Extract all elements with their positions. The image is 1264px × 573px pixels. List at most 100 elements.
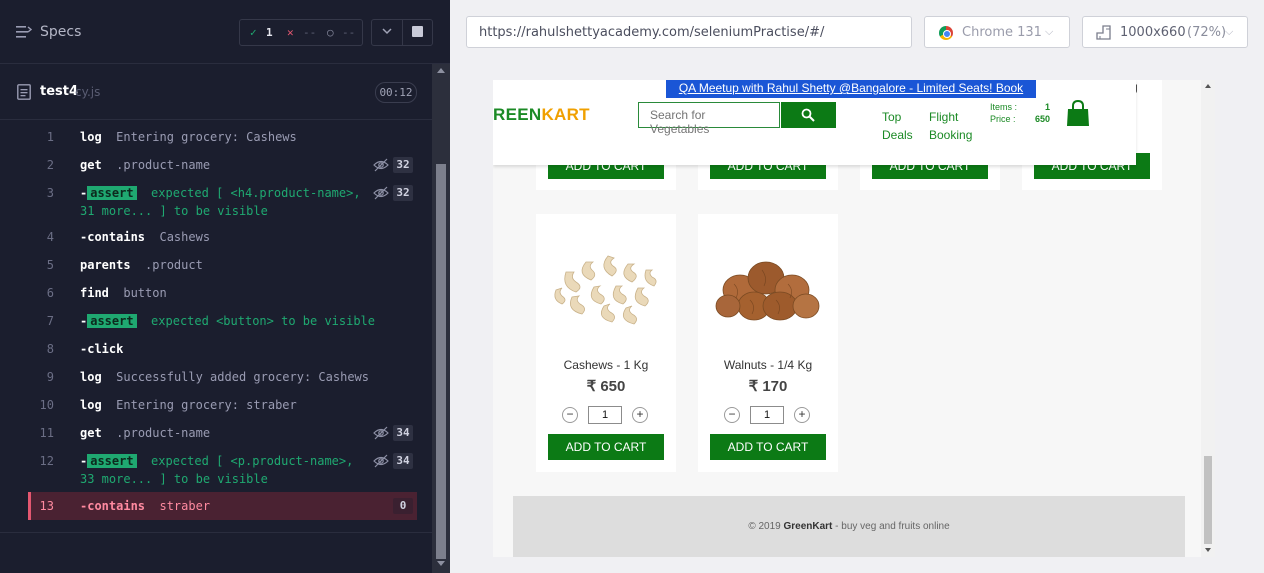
add-to-cart-button[interactable]: ADD TO CART (710, 434, 826, 460)
pending-icon: ○ (327, 26, 334, 39)
app-preview-panel: https://rahulshettyacademy.com/seleniumP… (450, 0, 1264, 573)
command-row[interactable]: 5 parents .product (28, 256, 417, 274)
command-arg: .product-name (116, 426, 211, 440)
decrement-button[interactable]: − (724, 407, 740, 423)
hidden-elements-icon (373, 454, 389, 468)
spec-file-header: test4 cy.js 00:12 (0, 64, 432, 120)
scroll-up-icon[interactable] (437, 68, 445, 73)
cashews-image (554, 255, 657, 325)
quantity-stepper: − 1 + (724, 406, 814, 424)
page-footer: © 2019 GreenKart - buy veg and fruits on… (513, 496, 1185, 557)
increment-button[interactable]: + (794, 407, 810, 423)
promo-banner-link[interactable]: QA Meetup with Rahul Shetty @Bangalore -… (666, 80, 1036, 112)
command-row[interactable]: 2 get .product-name 32 (28, 156, 417, 174)
app-under-test: ADD TO CART ADD TO CART ADD TO CART ADD … (493, 80, 1215, 557)
element-count-badge: 34 (393, 425, 413, 441)
run-controls (371, 19, 433, 46)
command-row[interactable]: 8 -click (28, 340, 417, 358)
element-count-badge: 0 (393, 498, 413, 514)
command-number: 13 (39, 499, 54, 513)
command-row[interactable]: 6 find button (28, 284, 417, 302)
command-arg: .product-name (116, 158, 211, 172)
command-log-scrollbar[interactable] (432, 64, 450, 573)
command-row[interactable]: 9 log Successfully added grocery: Cashew… (28, 368, 417, 386)
scroll-down-icon[interactable] (1205, 548, 1211, 552)
cart-items-count: 1 (1044, 102, 1050, 112)
scroll-down-icon[interactable] (437, 561, 445, 566)
command-log-panel: Specs ✓ 1 ✕ -- ○ -- test4 cy.js 00:12 1 … (0, 0, 450, 573)
command-name: log (80, 130, 102, 144)
command-row[interactable]: 3 - assert expected [ <h4.product-name>, … (28, 184, 417, 220)
viewport-selector[interactable]: 1000x660 (72%) ⌵ (1082, 16, 1248, 48)
search-icon (801, 108, 815, 122)
command-row[interactable]: 1 log Entering grocery: Cashews (28, 128, 417, 146)
command-row[interactable]: 7 - assert expected <button> to be visibl… (28, 312, 417, 330)
command-number: 8 (46, 342, 54, 356)
stop-button[interactable] (412, 26, 423, 37)
viewport-size: 1000x660 (1120, 25, 1186, 40)
url-bar[interactable]: https://rahulshettyacademy.com/seleniumP… (466, 16, 912, 48)
spec-file-ext: cy.js (75, 85, 101, 99)
command-row[interactable]: 12 - assert expected [ <p.product-name>, … (28, 452, 417, 488)
command-name: find (80, 286, 109, 300)
command-number: 5 (46, 258, 54, 272)
quantity-stepper: − 1 + (562, 406, 652, 424)
walnuts-image (715, 261, 820, 321)
assert-badge: assert (87, 454, 137, 468)
decrement-button[interactable]: − (562, 407, 578, 423)
assert-message-cont: 31 more... ] to be visible (80, 204, 268, 218)
element-count-badge: 34 (393, 453, 413, 469)
assert-badge: assert (87, 186, 137, 200)
product-card: Cashews - 1 Kg ₹ 650 − 1 + ADD TO CART (536, 214, 676, 472)
product-card: Walnuts - 1/4 Kg ₹ 170 − 1 + ADD TO CART (698, 214, 838, 472)
scroll-up-icon[interactable] (1205, 84, 1211, 88)
assert-badge: assert (87, 314, 137, 328)
browser-selector[interactable]: Chrome 131 ⌵ (924, 16, 1070, 48)
command-arg: Entering grocery: Cashews (116, 130, 297, 144)
command-row-failed[interactable]: 13 -contains straber 0 (28, 492, 417, 520)
scrollbar-thumb[interactable] (1204, 456, 1212, 544)
nav-top-deals-link[interactable]: Top Deals (882, 108, 922, 144)
search-input[interactable]: Search for Vegetables (638, 102, 780, 136)
nav-flight-booking-link[interactable]: Flight Booking (929, 108, 979, 144)
chevron-down-icon[interactable] (381, 25, 393, 37)
fail-icon: ✕ (287, 26, 294, 39)
quantity-input[interactable]: 1 (588, 406, 622, 424)
specs-menu-icon[interactable] (16, 25, 32, 39)
quantity-input[interactable]: 1 (750, 406, 784, 424)
assert-message: expected [ <h4.product-name>, (151, 186, 361, 200)
increment-button[interactable]: + (632, 407, 648, 423)
check-icon: ✓ (250, 26, 257, 39)
assert-message-cont: 33 more... ] to be visible (80, 472, 268, 486)
command-arg: Entering grocery: straber (116, 398, 297, 412)
passed-count: 1 (266, 26, 273, 39)
cart-icon[interactable] (1066, 100, 1090, 127)
test-stats: ✓ 1 ✕ -- ○ -- (239, 19, 363, 46)
search-button[interactable] (781, 102, 836, 128)
command-row[interactable]: 11 get .product-name 34 (28, 424, 417, 442)
cart-summary: Items :1 Price :650 (990, 102, 1050, 124)
assert-message: expected <button> to be visible (151, 314, 376, 328)
command-number: 2 (46, 158, 54, 172)
chevron-down-icon: ⌵ (1225, 25, 1234, 38)
product-name: Walnuts - 1/4 Kg (723, 358, 813, 372)
command-name: parents (80, 258, 131, 272)
chrome-icon (939, 26, 953, 40)
scrollbar-thumb[interactable] (436, 164, 446, 559)
command-name: get (80, 426, 102, 440)
command-name: get (80, 158, 102, 172)
command-row[interactable]: 10 log Entering grocery: straber (28, 396, 417, 414)
specs-label[interactable]: Specs (40, 24, 81, 40)
command-arg: straber (159, 499, 211, 513)
product-price: ₹ 170 (748, 378, 788, 395)
add-to-cart-button[interactable]: ADD TO CART (548, 434, 664, 460)
command-arg: .product (145, 258, 203, 272)
app-scrollbar[interactable] (1201, 80, 1215, 557)
divider (0, 532, 432, 533)
command-name: -click (80, 342, 124, 356)
greenkart-logo[interactable]: REENKART (493, 105, 590, 125)
spec-file-name[interactable]: test4 (40, 84, 78, 99)
greenkart-header: QA Meetup with Rahul Shetty @Bangalore -… (493, 80, 1136, 165)
command-number: 3 (46, 186, 54, 200)
command-row[interactable]: 4 -contains Cashews (28, 228, 417, 246)
